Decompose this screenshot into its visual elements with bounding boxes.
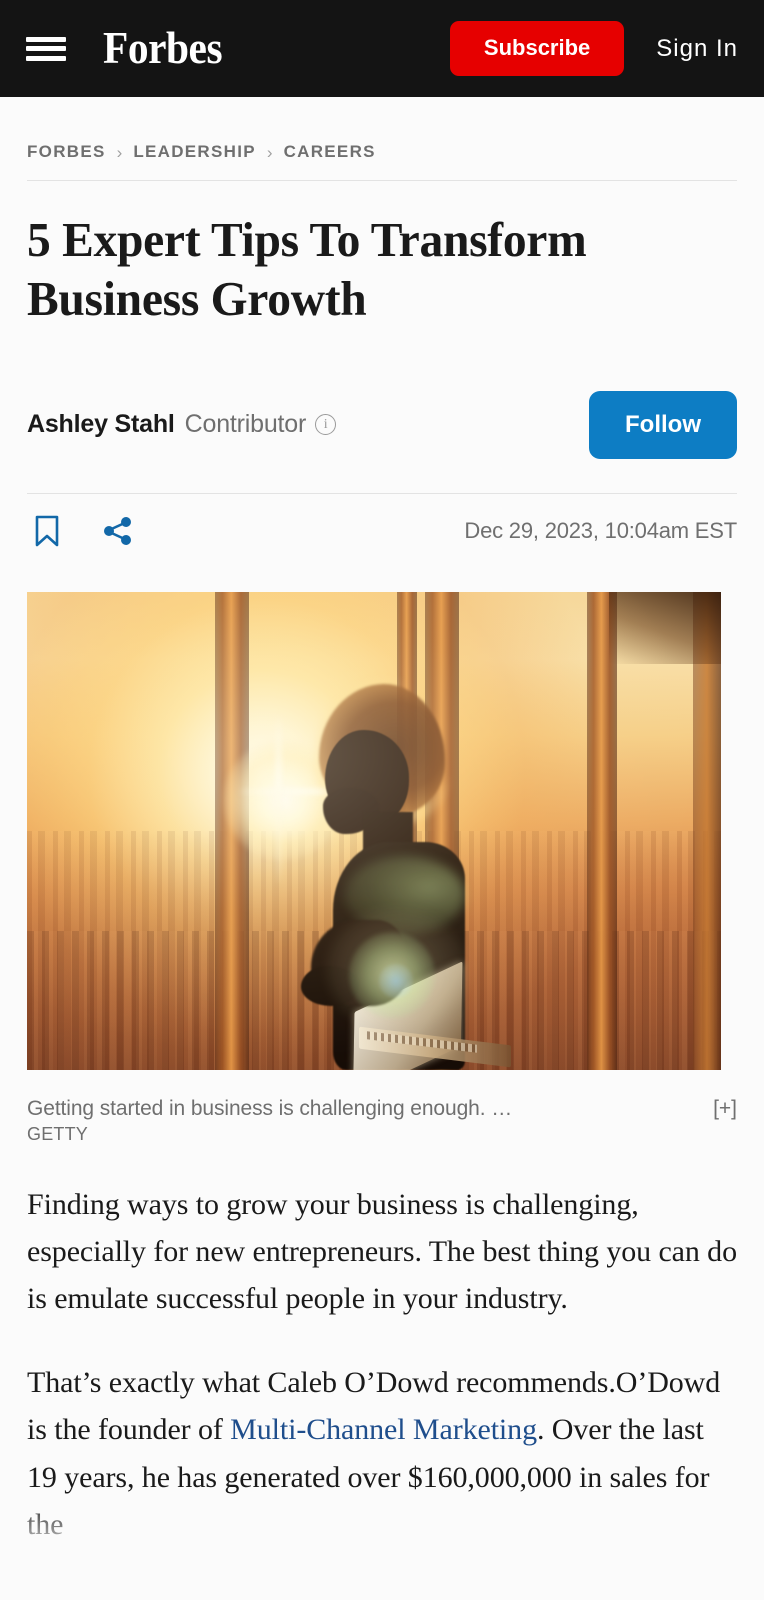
body-paragraph-1: Finding ways to grow your business is ch…: [27, 1187, 737, 1316]
article-action-bar: Dec 29, 2023, 10:04am EST: [27, 498, 737, 564]
nav-right-group: Subscribe Sign In: [449, 21, 738, 76]
forbes-logo[interactable]: Forbes: [103, 26, 223, 71]
breadcrumb-separator-icon: ›: [116, 142, 123, 162]
bookmark-icon[interactable]: [27, 511, 67, 551]
body-paragraph-2: That’s exactly what Caleb O’Dowd recomme…: [27, 1359, 737, 1549]
image-credit: GETTY: [27, 1123, 89, 1144]
publish-timestamp: Dec 29, 2023, 10:04am EST: [464, 517, 737, 543]
byline-text: Ashley Stahl Contributor i: [27, 410, 337, 439]
hero-image-wrapper: [27, 591, 737, 1070]
breadcrumb-item-leadership[interactable]: LEADERSHIP: [133, 142, 256, 162]
hamburger-menu-icon[interactable]: [26, 34, 66, 64]
hamburger-bar: [26, 55, 66, 61]
hamburger-bar: [26, 46, 66, 51]
info-circle-icon[interactable]: i: [315, 414, 337, 436]
sign-in-link[interactable]: Sign In: [656, 35, 738, 63]
follow-button[interactable]: Follow: [589, 390, 737, 459]
breadcrumb: FORBES › LEADERSHIP › CAREERS: [27, 97, 737, 181]
article-body: Finding ways to grow your business is ch…: [27, 1181, 737, 1549]
image-caption: Getting started in business is challengi…: [27, 1096, 513, 1120]
author-role: Contributor: [184, 410, 307, 439]
caption-expand-button[interactable]: [+]: [713, 1096, 737, 1122]
hamburger-bar: [26, 36, 66, 42]
article-page: Forbes Subscribe Sign In FORBES › LEADER…: [0, 0, 764, 1600]
multi-channel-marketing-link[interactable]: Multi-Channel Marketing: [230, 1413, 537, 1446]
breadcrumb-separator-icon: ›: [266, 142, 273, 162]
window-frame-corner: [609, 591, 721, 664]
lens-flare-blue: [379, 963, 413, 998]
article-container: FORBES › LEADERSHIP › CAREERS 5 Expert T…: [0, 97, 764, 1548]
top-navigation-bar: Forbes Subscribe Sign In: [0, 0, 764, 97]
subscribe-button[interactable]: Subscribe: [449, 21, 625, 76]
author-name[interactable]: Ashley Stahl: [27, 410, 175, 439]
breadcrumb-item-forbes[interactable]: FORBES: [27, 142, 106, 162]
hero-image[interactable]: [27, 591, 721, 1070]
byline-row: Ashley Stahl Contributor i Follow: [27, 390, 737, 494]
breadcrumb-item-careers[interactable]: CAREERS: [284, 142, 376, 162]
image-caption-row: Getting started in business is challengi…: [27, 1096, 737, 1122]
share-icon[interactable]: [98, 511, 138, 551]
article-headline: 5 Expert Tips To Transform Business Grow…: [27, 212, 587, 327]
